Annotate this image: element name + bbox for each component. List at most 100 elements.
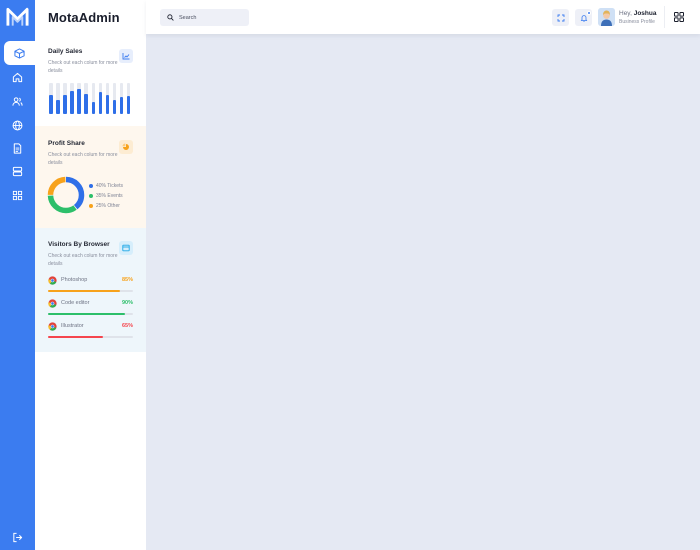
rail-item-globe[interactable]: [0, 114, 35, 136]
legend-item: 35% Events: [89, 191, 123, 201]
document-icon: [13, 142, 22, 154]
side-panel: MotaAdmin Daily Sales Check out each col…: [35, 0, 146, 550]
browser-label: Code editor: [61, 300, 90, 306]
sales-bar: [91, 83, 95, 114]
rail-item-home[interactable]: [0, 66, 35, 88]
legend-dot: [89, 184, 93, 188]
sales-bar: [112, 83, 117, 114]
rail-item-documents[interactable]: [0, 137, 35, 159]
icon-rail: [0, 0, 35, 550]
progress-fill: [48, 290, 121, 292]
chrome-icon: [48, 322, 57, 331]
browser-row: Illustrator 65%: [48, 322, 133, 340]
profit-share-donut: [47, 176, 85, 214]
top-header: Hey, Joshua Business Profile: [146, 0, 700, 34]
legend-dot: [89, 194, 93, 198]
user-greeting[interactable]: Hey, Joshua: [619, 10, 656, 17]
sales-bar: [84, 83, 88, 114]
greeting-text: Hey,: [619, 10, 632, 17]
layers-icon: [12, 166, 23, 176]
chrome-icon: [48, 299, 57, 308]
profit-share-card: Profit Share Check out each colum for mo…: [35, 126, 146, 228]
sales-bar-fill: [98, 91, 103, 114]
globe-icon: [12, 120, 23, 130]
legend-dot: [89, 204, 93, 208]
browser-percent: 65%: [121, 323, 133, 329]
progress-track: [48, 290, 133, 292]
visitors-subtitle: Check out each colum for more details: [48, 253, 118, 267]
progress-track: [48, 313, 133, 315]
sales-bar-fill: [119, 96, 124, 114]
visitors-title: Visitors By Browser: [48, 241, 110, 248]
user-name: Joshua: [633, 10, 657, 17]
browser-percent: 90%: [121, 300, 133, 306]
search-icon: [167, 14, 174, 21]
daily-sales-subtitle: Check out each colum for more details: [48, 60, 118, 74]
cube-icon: [14, 47, 25, 59]
sales-bar-fill: [91, 102, 95, 114]
sales-bar-fill: [70, 90, 74, 114]
rail-item-users[interactable]: [0, 90, 35, 112]
brand-name: MotaAdmin: [48, 10, 120, 25]
legend-label: 40% Tickets: [96, 183, 123, 189]
sales-bar-fill: [49, 95, 53, 114]
logout-button[interactable]: [0, 526, 35, 548]
profit-share-subtitle: Check out each colum for more details: [48, 152, 118, 166]
sales-bar: [56, 83, 60, 114]
sales-bar-fill: [63, 95, 67, 114]
sales-bar-fill: [105, 95, 110, 114]
browser-row: Code editor 90%: [48, 299, 133, 317]
chart-icon: [122, 53, 130, 60]
browser-icon: [122, 244, 130, 252]
browser-percent: 85%: [121, 277, 133, 283]
apps-icon: [12, 190, 23, 200]
sales-bar: [105, 83, 110, 114]
daily-sales-bars: [48, 83, 133, 114]
notification-dot: [587, 11, 591, 15]
logout-icon: [13, 532, 23, 542]
daily-sales-card: Daily Sales Check out each colum for mor…: [35, 38, 146, 126]
rail-item-dashboard[interactable]: [4, 41, 35, 65]
mota-logo-icon[interactable]: [6, 6, 29, 28]
fullscreen-button[interactable]: [552, 9, 569, 26]
sales-bar-fill: [77, 89, 81, 114]
browser-label: Photoshop: [61, 277, 88, 283]
visitors-card: Visitors By Browser Check out each colum…: [35, 228, 146, 352]
profit-share-title: Profit Share: [48, 140, 85, 147]
rail-item-layers[interactable]: [0, 160, 35, 182]
sales-bar-fill: [56, 100, 60, 114]
sales-bar: [98, 83, 103, 114]
sales-bar-fill: [126, 96, 131, 114]
profit-share-button[interactable]: [119, 140, 133, 154]
search-input[interactable]: [179, 14, 249, 21]
rail-item-apps[interactable]: [0, 184, 35, 206]
sales-bar: [126, 83, 131, 114]
visitors-button[interactable]: [119, 241, 133, 255]
notifications-button[interactable]: [575, 9, 592, 26]
sales-bar: [63, 83, 67, 114]
avatar[interactable]: [598, 8, 615, 26]
bell-icon: [580, 14, 587, 22]
profit-share-legend: 40% Tickets 35% Events 25% Other: [89, 181, 123, 211]
apps-grid-icon[interactable]: [674, 12, 684, 22]
header-divider: [664, 6, 665, 28]
fullscreen-icon: [557, 14, 564, 21]
browser-label: Illustrator: [61, 323, 84, 329]
legend-label: 25% Other: [96, 203, 120, 209]
daily-sales-chart-button[interactable]: [119, 49, 133, 63]
browser-row: Photoshop 85%: [48, 276, 133, 294]
sales-bar: [119, 83, 124, 114]
legend-item: 25% Other: [89, 201, 123, 211]
legend-label: 35% Events: [96, 193, 123, 199]
pie-icon: [122, 143, 129, 150]
home-icon: [12, 72, 23, 82]
progress-track: [48, 336, 133, 338]
daily-sales-title: Daily Sales: [48, 48, 83, 55]
search-box[interactable]: [160, 9, 249, 26]
user-avatar-image: [598, 8, 615, 26]
users-icon: [12, 96, 23, 106]
user-role: Business Profile: [619, 19, 655, 25]
sales-bar-fill: [84, 93, 88, 114]
sales-bar: [70, 83, 74, 114]
sales-bar: [49, 83, 53, 114]
